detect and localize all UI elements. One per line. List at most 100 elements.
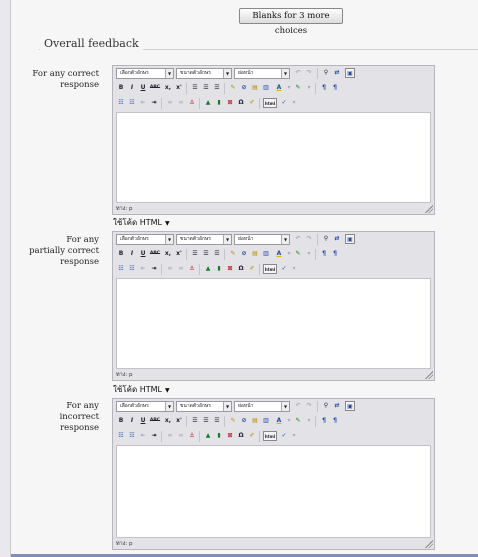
special-char-icon[interactable]: Ω bbox=[236, 431, 246, 441]
spellcheck-icon[interactable]: ⊘ bbox=[239, 249, 249, 259]
incorrect-response-textarea[interactable] bbox=[116, 445, 431, 538]
nonbreaking-icon[interactable]: ⊠ bbox=[225, 98, 235, 108]
cleanup-icon[interactable]: ✐ bbox=[247, 431, 257, 441]
chevron-down-icon[interactable]: ▾ bbox=[304, 249, 314, 259]
indent-icon[interactable]: ⇥ bbox=[149, 98, 159, 108]
paste-word-icon[interactable]: ▥ bbox=[261, 83, 271, 93]
resize-handle[interactable] bbox=[425, 371, 433, 379]
anchor-icon[interactable]: ⚓ bbox=[187, 98, 197, 108]
subscript-icon[interactable]: x, bbox=[163, 416, 173, 426]
number-list-icon[interactable]: ☷ bbox=[127, 98, 137, 108]
undo-icon[interactable]: ↶ bbox=[293, 401, 303, 411]
paste-text-icon[interactable]: ▤ bbox=[250, 416, 260, 426]
link-icon[interactable]: ∞ bbox=[165, 431, 175, 441]
bullet-list-icon[interactable]: ☷ bbox=[116, 98, 126, 108]
ltr-icon[interactable]: ¶ bbox=[319, 416, 329, 426]
redo-icon[interactable]: ↷ bbox=[304, 234, 314, 244]
bold-icon[interactable]: B bbox=[116, 416, 126, 426]
rtl-icon[interactable]: ¶ bbox=[330, 249, 340, 259]
unlink-icon[interactable]: ∞ bbox=[176, 264, 186, 274]
chevron-down-icon[interactable]: ▾ bbox=[289, 98, 299, 108]
strikethrough-icon[interactable]: ABC bbox=[149, 416, 161, 426]
blanks-button[interactable]: Blanks for 3 more choices bbox=[239, 8, 343, 36]
media-icon[interactable]: ▮ bbox=[214, 264, 224, 274]
clean-icon[interactable]: ✎ bbox=[228, 83, 238, 93]
text-color-icon[interactable]: A bbox=[274, 83, 284, 93]
italic-icon[interactable]: I bbox=[127, 249, 137, 259]
bold-icon[interactable]: B bbox=[116, 249, 126, 259]
bullet-list-icon[interactable]: ☷ bbox=[116, 431, 126, 441]
paste-word-icon[interactable]: ▥ bbox=[261, 249, 271, 259]
unlink-icon[interactable]: ∞ bbox=[176, 431, 186, 441]
html-icon[interactable]: html bbox=[263, 431, 277, 441]
outdent-icon[interactable]: ⇤ bbox=[138, 264, 148, 274]
clean-icon[interactable]: ✎ bbox=[228, 416, 238, 426]
number-list-icon[interactable]: ☷ bbox=[127, 431, 137, 441]
subscript-icon[interactable]: x, bbox=[163, 83, 173, 93]
bullet-list-icon[interactable]: ☷ bbox=[116, 264, 126, 274]
font-family-select[interactable]: เลือกตัวอักษร ▼ bbox=[116, 401, 174, 412]
chevron-down-icon[interactable]: ▾ bbox=[304, 416, 314, 426]
align-center-icon[interactable]: ☰ bbox=[201, 83, 211, 93]
image-icon[interactable]: ▲ bbox=[203, 98, 213, 108]
redo-icon[interactable]: ↷ bbox=[304, 401, 314, 411]
strikethrough-icon[interactable]: ABC bbox=[149, 249, 161, 259]
correct-response-textarea[interactable] bbox=[116, 112, 431, 203]
strikethrough-icon[interactable]: ABC bbox=[149, 83, 161, 93]
italic-icon[interactable]: I bbox=[127, 416, 137, 426]
ltr-icon[interactable]: ¶ bbox=[319, 83, 329, 93]
replace-icon[interactable]: ⇄ bbox=[332, 234, 342, 244]
font-size-select[interactable]: ขนาดตัวอักษร ▼ bbox=[176, 401, 232, 412]
align-left-icon[interactable]: ☰ bbox=[190, 83, 200, 93]
heading-select[interactable]: ย่อหน้า ▼ bbox=[234, 68, 290, 79]
align-center-icon[interactable]: ☰ bbox=[201, 416, 211, 426]
html-icon[interactable]: html bbox=[263, 264, 277, 274]
text-color-icon[interactable]: A bbox=[274, 249, 284, 259]
font-family-select[interactable]: เลือกตัวอักษร ▼ bbox=[116, 234, 174, 245]
html-icon[interactable]: html bbox=[263, 98, 277, 108]
nonbreaking-icon[interactable]: ⊠ bbox=[225, 264, 235, 274]
align-right-icon[interactable]: ☰ bbox=[212, 416, 222, 426]
link-icon[interactable]: ∞ bbox=[165, 264, 175, 274]
fullscreen-icon[interactable]: ▣ bbox=[345, 401, 355, 411]
text-color-icon[interactable]: A bbox=[274, 416, 284, 426]
replace-icon[interactable]: ⇄ bbox=[332, 401, 342, 411]
chevron-down-icon[interactable]: ▾ bbox=[289, 264, 299, 274]
align-left-icon[interactable]: ☰ bbox=[190, 416, 200, 426]
undo-icon[interactable]: ↶ bbox=[293, 68, 303, 78]
spellcheck-icon[interactable]: ⊘ bbox=[239, 83, 249, 93]
underline-icon[interactable]: U bbox=[138, 83, 148, 93]
align-left-icon[interactable]: ☰ bbox=[190, 249, 200, 259]
anchor-icon[interactable]: ⚓ bbox=[187, 264, 197, 274]
partially-correct-response-textarea[interactable] bbox=[116, 278, 431, 369]
underline-icon[interactable]: U bbox=[138, 249, 148, 259]
partially-correct-format-select[interactable]: ใช้โค้ด HTML ▼ bbox=[113, 383, 170, 396]
find-icon[interactable]: ⚲ bbox=[321, 68, 331, 78]
undo-icon[interactable]: ↶ bbox=[293, 234, 303, 244]
align-right-icon[interactable]: ☰ bbox=[212, 249, 222, 259]
paste-text-icon[interactable]: ▤ bbox=[250, 249, 260, 259]
highlight-icon[interactable]: ✎ bbox=[293, 416, 303, 426]
image-icon[interactable]: ▲ bbox=[203, 264, 213, 274]
paste-word-icon[interactable]: ▥ bbox=[261, 416, 271, 426]
chevron-down-icon[interactable]: ▾ bbox=[289, 431, 299, 441]
ltr-icon[interactable]: ¶ bbox=[319, 249, 329, 259]
chevron-down-icon[interactable]: ▾ bbox=[304, 83, 314, 93]
heading-select[interactable]: ย่อหน้า ▼ bbox=[234, 234, 290, 245]
superscript-icon[interactable]: x' bbox=[174, 249, 184, 259]
highlight-icon[interactable]: ✎ bbox=[293, 83, 303, 93]
italic-icon[interactable]: I bbox=[127, 83, 137, 93]
outdent-icon[interactable]: ⇤ bbox=[138, 431, 148, 441]
fullscreen-icon[interactable]: ▣ bbox=[345, 234, 355, 244]
spellcheck-dropdown-icon[interactable]: ✓ bbox=[279, 264, 289, 274]
replace-icon[interactable]: ⇄ bbox=[332, 68, 342, 78]
rtl-icon[interactable]: ¶ bbox=[330, 83, 340, 93]
clean-icon[interactable]: ✎ bbox=[228, 249, 238, 259]
media-icon[interactable]: ▮ bbox=[214, 98, 224, 108]
superscript-icon[interactable]: x' bbox=[174, 83, 184, 93]
correct-format-select[interactable]: ใช้โค้ด HTML ▼ bbox=[113, 216, 170, 229]
number-list-icon[interactable]: ☷ bbox=[127, 264, 137, 274]
align-center-icon[interactable]: ☰ bbox=[201, 249, 211, 259]
spellcheck-dropdown-icon[interactable]: ✓ bbox=[279, 98, 289, 108]
subscript-icon[interactable]: x, bbox=[163, 249, 173, 259]
